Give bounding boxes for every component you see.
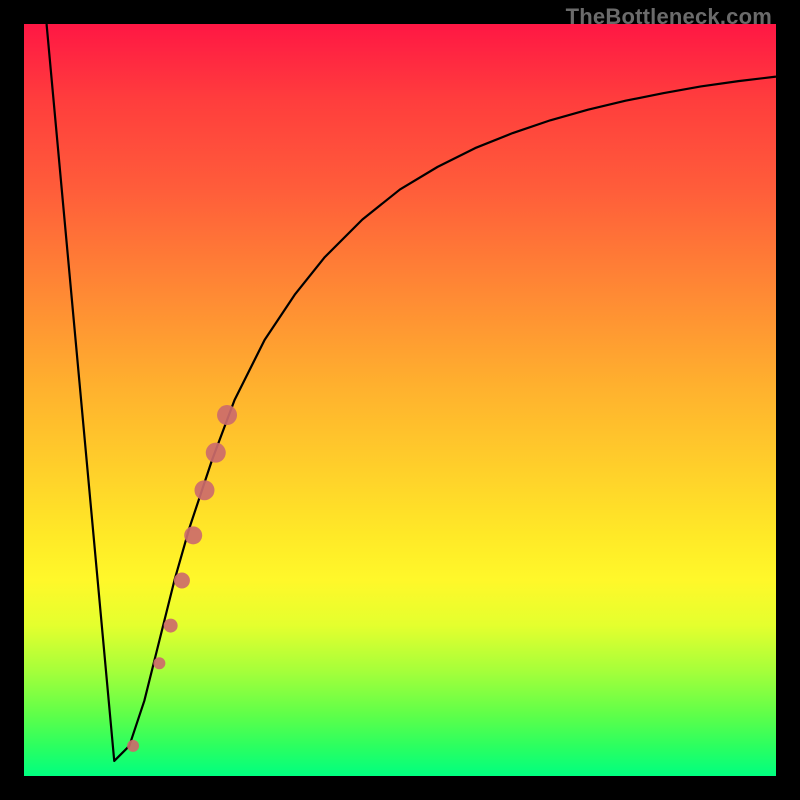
scatter-point <box>127 740 139 752</box>
curve-path <box>47 24 776 761</box>
scatter-point <box>217 405 237 425</box>
series-lines <box>47 24 776 761</box>
plot-area <box>24 24 776 776</box>
scatter-point <box>206 443 226 463</box>
watermark-text: TheBottleneck.com <box>566 4 772 30</box>
scatter-point <box>194 480 214 500</box>
scatter-point <box>184 526 202 544</box>
scatter-point <box>164 619 178 633</box>
scatter-point <box>153 657 165 669</box>
chart-svg <box>24 24 776 776</box>
scatter-point <box>174 572 190 588</box>
chart-frame: TheBottleneck.com <box>0 0 800 800</box>
